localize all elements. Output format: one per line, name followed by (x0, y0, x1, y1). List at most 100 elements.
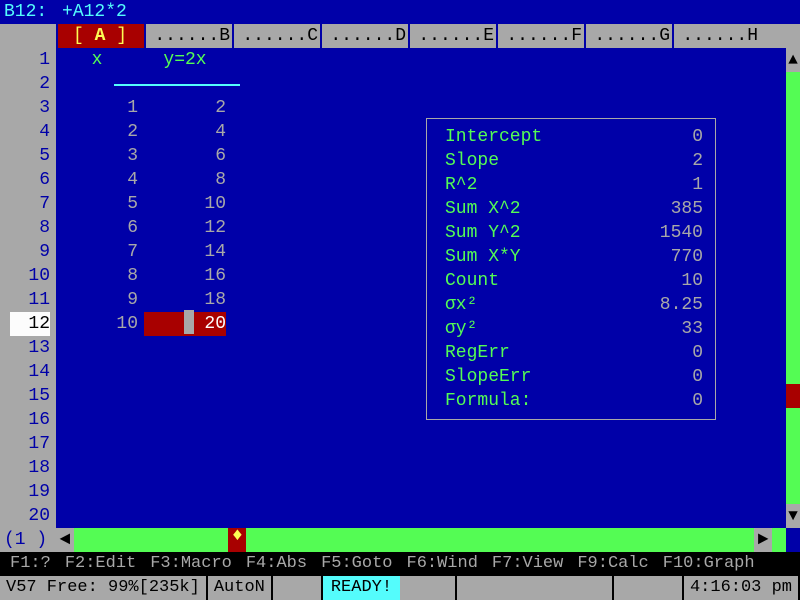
cell-B12[interactable]: 20 (144, 312, 226, 336)
row-header-19[interactable]: 19 (10, 480, 50, 504)
cell-B20[interactable] (144, 504, 226, 528)
cell-A11[interactable]: 9 (56, 288, 138, 312)
vscroll-thumb[interactable] (786, 384, 800, 408)
cell-A17[interactable] (56, 432, 138, 456)
row-header-10[interactable]: 10 (10, 264, 50, 288)
row-header-17[interactable]: 17 (10, 432, 50, 456)
cell-B16[interactable] (144, 408, 226, 432)
row-header-14[interactable]: 14 (10, 360, 50, 384)
fkey-F3[interactable]: F3:Macro (150, 552, 232, 576)
cell-A13[interactable] (56, 336, 138, 360)
cell-B3[interactable]: 2 (144, 96, 226, 120)
cell-A6[interactable]: 4 (56, 168, 138, 192)
row-header-16[interactable]: 16 (10, 408, 50, 432)
fkey-F1[interactable]: F1:? (10, 552, 51, 576)
cell-A7[interactable]: 5 (56, 192, 138, 216)
row-header-12[interactable]: 12 (10, 312, 50, 336)
horizontal-scrollbar[interactable]: (1 ) ◄ ♦ ► (0, 528, 800, 552)
cell-B5[interactable]: 6 (144, 144, 226, 168)
cell-A10[interactable]: 8 (56, 264, 138, 288)
status-auton: AutoN (208, 576, 273, 600)
row-header-13[interactable]: 13 (10, 336, 50, 360)
row-header-20[interactable]: 20 (10, 504, 50, 528)
status-blank3 (614, 576, 684, 600)
cell-B11[interactable]: 18 (144, 288, 226, 312)
cell-B13[interactable] (144, 336, 226, 360)
stats-label: Formula: (445, 389, 633, 413)
cell-A19[interactable] (56, 480, 138, 504)
fkey-F2[interactable]: F2:Edit (65, 552, 136, 576)
stats-label: Sum X*Y (445, 245, 633, 269)
row-header-9[interactable]: 9 (10, 240, 50, 264)
scroll-down-icon[interactable]: ▼ (786, 504, 800, 528)
cell-B17[interactable] (144, 432, 226, 456)
cell-B9[interactable]: 14 (144, 240, 226, 264)
column-header-H[interactable]: ......H (672, 24, 760, 48)
scroll-up-icon[interactable]: ▲ (786, 48, 800, 72)
column-header-F[interactable]: ......F (496, 24, 584, 48)
cell-B1[interactable]: y=2x (144, 48, 226, 72)
row-header-5[interactable]: 5 (10, 144, 50, 168)
fkey-F4[interactable]: F4:Abs (246, 552, 307, 576)
cell-B15[interactable] (144, 384, 226, 408)
cell-A1[interactable]: x (56, 48, 138, 72)
fkey-F9[interactable]: F9:Calc (577, 552, 648, 576)
cell-B7[interactable]: 10 (144, 192, 226, 216)
stats-label: SlopeErr (445, 365, 633, 389)
cell-A15[interactable] (56, 384, 138, 408)
scroll-right-icon[interactable]: ► (754, 528, 772, 552)
cell-B10[interactable]: 16 (144, 264, 226, 288)
cell-A4[interactable]: 2 (56, 120, 138, 144)
cell-A8[interactable]: 6 (56, 216, 138, 240)
fkey-F6[interactable]: F6:Wind (407, 552, 478, 576)
hscroll-thumb[interactable]: ♦ (228, 528, 246, 552)
row-header-3[interactable]: 3 (10, 96, 50, 120)
cell-B18[interactable] (144, 456, 226, 480)
row-header-7[interactable]: 7 (10, 192, 50, 216)
column-header-G[interactable]: ......G (584, 24, 672, 48)
row-header-1[interactable]: 1 (10, 48, 50, 72)
scroll-left-icon[interactable]: ◄ (56, 528, 74, 552)
stats-value: 33 (633, 317, 703, 341)
vertical-scrollbar[interactable]: ▲ ▼ (786, 48, 800, 528)
stats-label: Count (445, 269, 633, 293)
cell-A16[interactable] (56, 408, 138, 432)
cell-A20[interactable] (56, 504, 138, 528)
row-header-11[interactable]: 11 (10, 288, 50, 312)
cell-A5[interactable]: 3 (56, 144, 138, 168)
cell-A18[interactable] (56, 456, 138, 480)
column-header-E[interactable]: ......E (408, 24, 496, 48)
cell-A9[interactable]: 7 (56, 240, 138, 264)
row-header-15[interactable]: 15 (10, 384, 50, 408)
formula-bar[interactable]: B12: +A12*2 (0, 0, 800, 24)
cell-B6[interactable]: 8 (144, 168, 226, 192)
cell-A14[interactable] (56, 360, 138, 384)
status-free-mem: V57 Free: 99%[235k] (0, 576, 208, 600)
fkey-F10[interactable]: F10:Graph (663, 552, 755, 576)
column-A-cells: x 12345678910 (56, 48, 144, 528)
fkey-F7[interactable]: F7:View (492, 552, 563, 576)
column-header-C[interactable]: ......C (232, 24, 320, 48)
column-header-D[interactable]: ......D (320, 24, 408, 48)
column-header-A[interactable]: [ A ] (56, 24, 144, 48)
column-header-B[interactable]: ......B (144, 24, 232, 48)
cell-A12[interactable]: 10 (56, 312, 138, 336)
fkey-F5[interactable]: F5:Goto (321, 552, 392, 576)
cell-B19[interactable] (144, 480, 226, 504)
cell-B4[interactable]: 4 (144, 120, 226, 144)
header-underline (56, 72, 800, 96)
cell-B8[interactable]: 12 (144, 216, 226, 240)
stats-label: R^2 (445, 173, 633, 197)
row-header-4[interactable]: 4 (10, 120, 50, 144)
cell-B14[interactable] (144, 360, 226, 384)
cell-A3[interactable]: 1 (56, 96, 138, 120)
sheet-tab[interactable]: (1 ) (0, 528, 56, 552)
status-blank1 (273, 576, 323, 600)
row-header-6[interactable]: 6 (10, 168, 50, 192)
stats-value: 1540 (633, 221, 703, 245)
row-header-2[interactable]: 2 (10, 72, 50, 96)
stats-value: 0 (633, 365, 703, 389)
row-header-8[interactable]: 8 (10, 216, 50, 240)
row-header-18[interactable]: 18 (10, 456, 50, 480)
status-bar: V57 Free: 99%[235k] AutoN READY! 4:16:03… (0, 576, 800, 600)
